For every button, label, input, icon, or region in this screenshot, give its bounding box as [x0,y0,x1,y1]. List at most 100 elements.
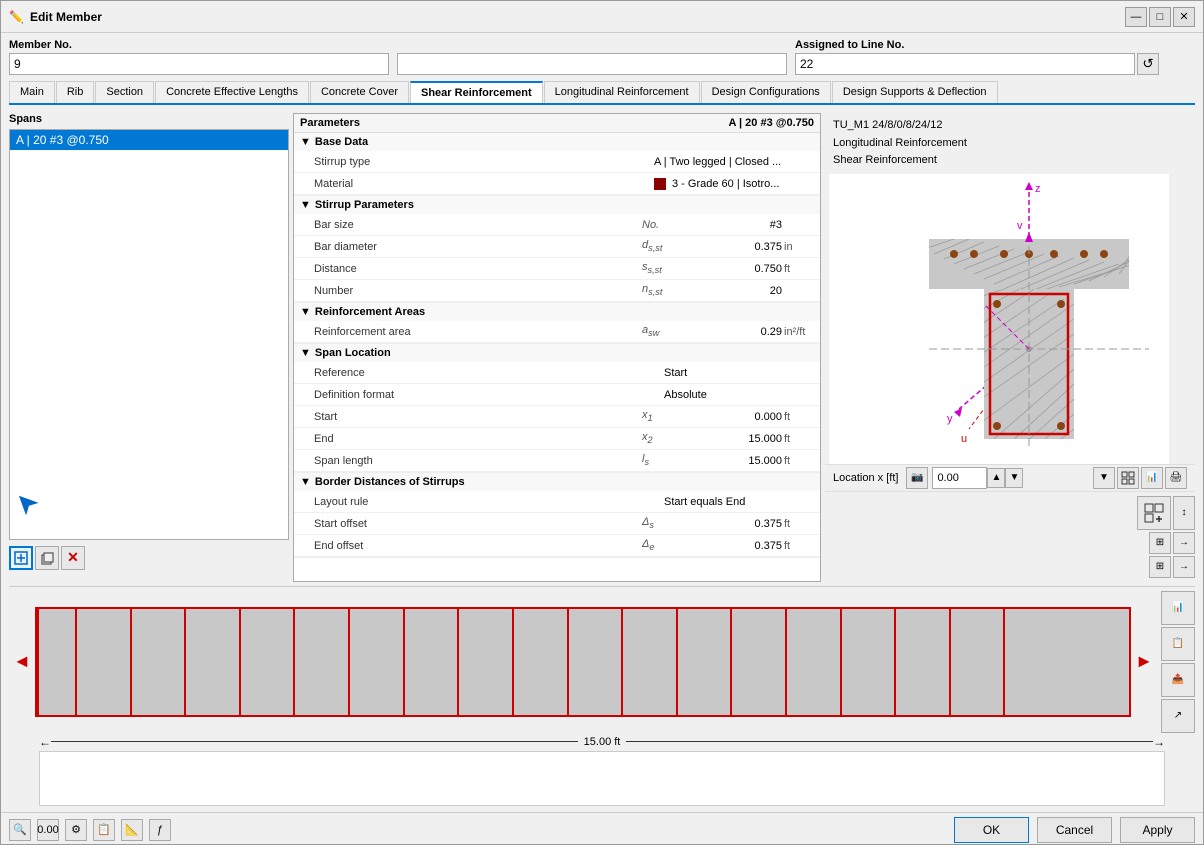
function-toolbar-button[interactable]: ƒ [149,819,171,841]
start-offset-symbol: Δs [642,516,702,530]
tab-concrete-cover[interactable]: Concrete Cover [310,81,409,103]
spans-list[interactable]: A | 20 #3 @0.750 [9,129,289,540]
tab-longitudinal-reinforcement[interactable]: Longitudinal Reinforcement [544,81,700,103]
toolbar-left: 🔍 0.00 ⚙ 📋 📐 ƒ [9,819,171,841]
bar-size-label: Bar size [314,219,642,231]
grid-view-button[interactable] [1117,467,1139,489]
svg-text:v: v [1017,220,1023,232]
reference-label: Reference [314,367,604,379]
reinforcement-areas-label: Reinforcement Areas [315,306,425,318]
bar-size-value: #3 [702,219,782,231]
filter-icon[interactable]: ▼ [1093,467,1115,489]
right-panel: TU_M1 24/8/0/8/24/12 Longitudinal Reinfo… [825,113,1195,582]
param-group-reinforcement-areas: ▼ Reinforcement Areas Reinforcement area… [294,303,820,344]
beam-left-arrow: ◄ [9,651,35,672]
close-button[interactable]: ✕ [1173,7,1195,27]
stirrup-params-header[interactable]: ▼ Stirrup Parameters [294,196,820,214]
distance-symbol: ss,st [642,261,702,275]
location-up-button[interactable]: ▲ [987,468,1005,488]
svg-text:y: y [947,413,953,425]
beam-tool-4[interactable]: ↗ [1161,699,1195,733]
cross-section-area: z y u [829,174,1191,464]
distance-unit: ft [784,263,814,275]
reinforcement-area-label: Reinforcement area [314,326,642,338]
distance-value: 0.750 [702,263,782,275]
end-unit: ft [784,433,814,445]
ok-button[interactable]: OK [954,817,1029,843]
distance-label: Distance [314,263,642,275]
location-value-input[interactable] [932,467,987,489]
span-length-value: 15.000 [702,455,782,467]
number-label: Number [314,285,642,297]
definition-format-row: Definition format Absolute [294,384,820,406]
tab-rib[interactable]: Rib [56,81,95,103]
border-distances-header[interactable]: ▼ Border Distances of Stirrups [294,473,820,491]
settings-toolbar-button[interactable]: ⚙ [65,819,87,841]
beam-tool-1[interactable]: 📊 [1161,591,1195,625]
left-panel: Spans A | 20 #3 @0.750 ➤ [9,113,289,582]
member-number-group: Member No. [9,39,389,75]
print-button[interactable]: 🖨 [1165,467,1187,489]
maximize-button[interactable]: □ [1149,7,1171,27]
span-item[interactable]: A | 20 #3 @0.750 [10,130,288,150]
arrange-button[interactable]: ↕ [1173,496,1195,530]
grid-small-button[interactable] [1137,496,1171,530]
tool-btn-5[interactable]: ⊞ [1149,556,1171,578]
tool-btn-4[interactable]: → [1173,532,1195,554]
span-length-unit: ft [784,455,814,467]
span-location-label: Span Location [315,347,391,359]
center-panel: Parameters A | 20 #3 @0.750 ▼ Base Data … [293,113,821,582]
beam-tool-2[interactable]: 📋 [1161,627,1195,661]
tool-btn-3[interactable]: ⊞ [1149,532,1171,554]
assigned-line-input[interactable] [795,53,1135,75]
material-color-swatch [654,178,666,190]
minimize-button[interactable]: — [1125,7,1147,27]
member-number-input[interactable] [9,53,389,75]
export-button[interactable]: 📊 [1141,467,1163,489]
clipboard-toolbar-button[interactable]: 📋 [93,819,115,841]
location-down-button[interactable]: ▼ [1005,468,1023,488]
apply-button[interactable]: Apply [1120,817,1195,843]
refresh-button[interactable]: ↺ [1137,53,1159,75]
main-window: ✏️ Edit Member — □ ✕ Member No. Assigned… [0,0,1204,845]
tab-concrete-effective-lengths[interactable]: Concrete Effective Lengths [155,81,309,103]
cross-section-svg: z y u [829,174,1169,464]
reinforcement-areas-header[interactable]: ▼ Reinforcement Areas [294,303,820,321]
layout-rule-row: Layout rule Start equals End [294,491,820,513]
tab-shear-reinforcement[interactable]: Shear Reinforcement [410,81,543,103]
tab-design-supports-deflection[interactable]: Design Supports & Deflection [832,81,998,103]
span-length-row: Span length ls 15.000 ft [294,450,820,472]
reference-value: Start [664,367,814,379]
definition-format-value: Absolute [664,389,814,401]
top-fields: Member No. Assigned to Line No. ↺ [9,39,1195,75]
camera-button[interactable]: 📷 [906,467,928,489]
tab-bar: Main Rib Section Concrete Effective Leng… [9,81,1195,105]
base-data-header[interactable]: ▼ Base Data [294,133,820,151]
tool-btn-6[interactable]: → [1173,556,1195,578]
end-offset-value: 0.375 [702,540,782,552]
stirrup-params-label: Stirrup Parameters [315,199,414,211]
span-length-label: Span length [314,455,642,467]
span-location-header[interactable]: ▼ Span Location [294,344,820,362]
tab-design-configurations[interactable]: Design Configurations [701,81,831,103]
material-row: Material 3 - Grade 60 | Isotro... [294,173,820,195]
number-toolbar-button[interactable]: 0.00 [37,819,59,841]
delete-stirrup-button[interactable]: ✕ [61,546,85,570]
number-row: Number ns,st 20 [294,280,820,302]
tab-section[interactable]: Section [95,81,154,103]
layout-rule-value: Start equals End [664,496,814,508]
copy-stirrup-button[interactable] [35,546,59,570]
end-row: End x2 15.000 ft [294,428,820,450]
middle-input[interactable] [397,53,787,75]
add-stirrup-button[interactable] [9,546,33,570]
search-toolbar-button[interactable]: 🔍 [9,819,31,841]
beam-tool-3[interactable]: 📤 [1161,663,1195,697]
start-offset-row: Start offset Δs 0.375 ft [294,513,820,535]
end-offset-row: End offset Δe 0.375 ft [294,535,820,557]
end-value: 15.000 [702,433,782,445]
beam-view [35,607,1131,717]
cancel-button[interactable]: Cancel [1037,817,1112,843]
tab-main[interactable]: Main [9,81,55,103]
title-bar: ✏️ Edit Member — □ ✕ [1,1,1203,33]
ruler-toolbar-button[interactable]: 📐 [121,819,143,841]
